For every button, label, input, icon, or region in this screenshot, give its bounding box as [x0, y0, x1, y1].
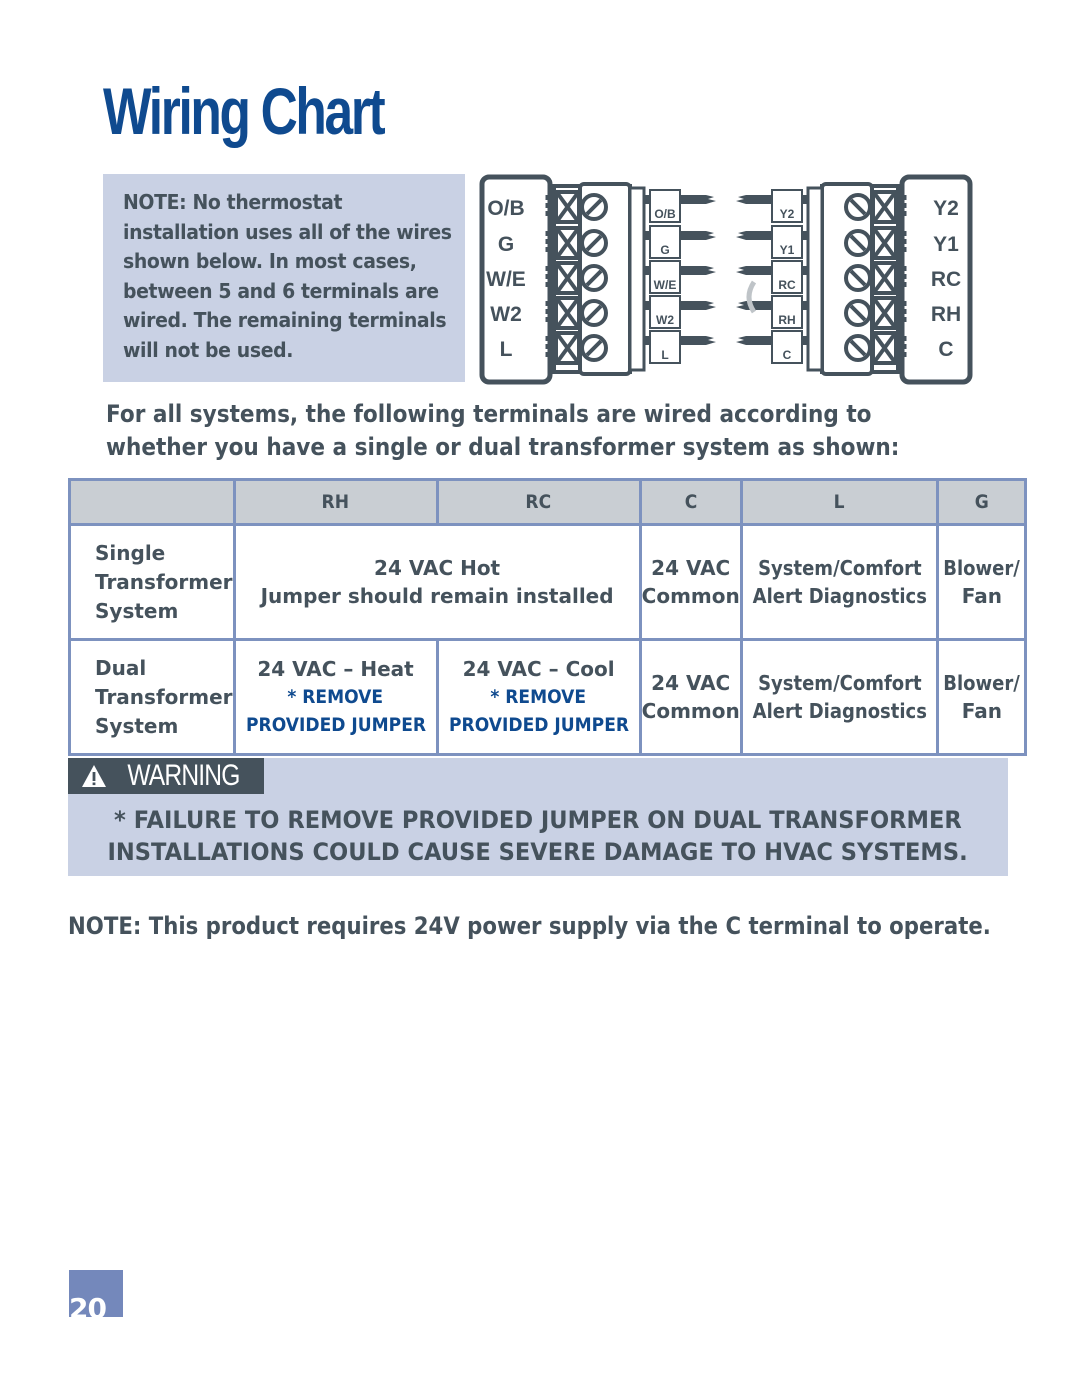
note-line: installation uses all of the wires: [123, 219, 452, 244]
terminal-label: G: [498, 233, 514, 256]
cell-c-dual: 24 VAC Common: [638, 638, 743, 756]
row-label-dual: Dual Transformer System: [68, 638, 236, 756]
terminal-label: W/E: [486, 268, 526, 291]
header-cell-l: L: [739, 478, 940, 526]
cell-g-single: Blower/ Fan: [936, 523, 1028, 641]
wire-end: [706, 266, 716, 275]
wire-end: [736, 231, 746, 240]
wiring-table: RH RC C L G Single Transformer System 24…: [68, 478, 1028, 756]
lead-line: whether you have a single or dual transf…: [106, 433, 900, 461]
header-cell-rc: RC: [435, 478, 642, 526]
terminal-label: O/B: [487, 197, 524, 220]
terminal-label: W2: [490, 303, 522, 326]
wire-tag-label: O/B: [654, 207, 676, 221]
terminal-label: L: [500, 338, 513, 361]
wire-tag-label: RC: [778, 278, 796, 292]
wire-tag-label: L: [661, 348, 668, 362]
page-number-tab: 20: [69, 1270, 123, 1317]
cell-rc-dual: 24 VAC – Cool * REMOVE PROVIDED JUMPER: [435, 638, 642, 756]
wire-tag-label: RH: [778, 313, 795, 327]
page-title: Wiring Chart: [103, 74, 386, 148]
note-line: shown below. In most cases,: [123, 249, 417, 274]
header-cell-g: G: [936, 478, 1028, 526]
table-row-dual: Dual Transformer System 24 VAC – Heat * …: [68, 638, 1028, 756]
wire-end: [706, 195, 716, 204]
note-line: NOTE: No thermostat: [123, 190, 343, 214]
terminal-label: Y2: [933, 197, 959, 220]
jumper-wire: [746, 280, 757, 314]
cell-l-dual: System/Comfort Alert Diagnostics: [739, 638, 940, 756]
table-header-row: RH RC C L G: [68, 478, 1028, 526]
wire-end: [706, 336, 716, 345]
terminal-label: C: [938, 338, 953, 361]
wire-end: [706, 231, 716, 240]
wire-tag-label: W/E: [654, 278, 677, 292]
header-cell-rh: RH: [232, 478, 439, 526]
note-line: will not be used.: [123, 337, 294, 362]
wire-tag-label: Y2: [780, 207, 795, 221]
terminal-label: Y1: [933, 233, 959, 256]
power-supply-note: NOTE: This product requires 24V power su…: [68, 912, 991, 940]
table-row-single: Single Transformer System 24 VAC Hot Jum…: [68, 523, 1028, 641]
wire-end: [706, 301, 716, 310]
cell-rh-dual: 24 VAC – Heat * REMOVE PROVIDED JUMPER: [232, 638, 439, 756]
warning-triangle-icon: [81, 765, 106, 787]
cell-c-single: 24 VAC Common: [638, 523, 743, 641]
wire-tag-label: G: [660, 243, 669, 257]
terminal-label: RC: [931, 268, 961, 291]
cell-g-dual: Blower/ Fan: [936, 638, 1028, 756]
right-clamp-strip: [806, 186, 824, 372]
note-box: NOTE: No thermostat installation uses al…: [103, 174, 465, 382]
wire-end: [736, 336, 746, 345]
left-clamp-strip: [628, 186, 646, 372]
lead-line: For all systems, the following terminals…: [106, 400, 872, 428]
terminal-wiring-diagram: O/B O/B Y2 Y2 G G Y1 Y1 W/E W/E RC RC W2 W2 RH RH L L C C: [479, 174, 973, 385]
wire-end: [736, 195, 746, 204]
wire-tag-label: W2: [656, 313, 674, 327]
warning-tag: WARNING: [68, 758, 264, 794]
header-cell-c: C: [638, 478, 743, 526]
wire-end: [736, 301, 746, 310]
row-label-single: Single Transformer System: [68, 523, 236, 641]
warning-panel: WARNING * FAILURE TO REMOVE PROVIDED JUM…: [68, 758, 1008, 876]
warning-message: * FAILURE TO REMOVE PROVIDED JUMPER ON D…: [107, 806, 969, 866]
wire-end: [736, 266, 746, 275]
header-cell-empty: [68, 478, 236, 526]
terminal-label: RH: [931, 303, 961, 326]
wire-tag-label: Y1: [780, 243, 795, 257]
note-line: between 5 and 6 terminals are: [123, 278, 439, 303]
lead-text: For all systems, the following terminals…: [106, 398, 899, 464]
note-line: wired. The remaining terminals: [123, 308, 447, 333]
cell-l-single: System/Comfort Alert Diagnostics: [739, 523, 940, 641]
wire-tag-label: C: [783, 348, 792, 362]
warning-label: WARNING: [126, 759, 240, 792]
page-number: 20: [69, 1292, 107, 1317]
cell-rh-rc-single: 24 VAC Hot Jumper should remain installe…: [232, 523, 642, 641]
